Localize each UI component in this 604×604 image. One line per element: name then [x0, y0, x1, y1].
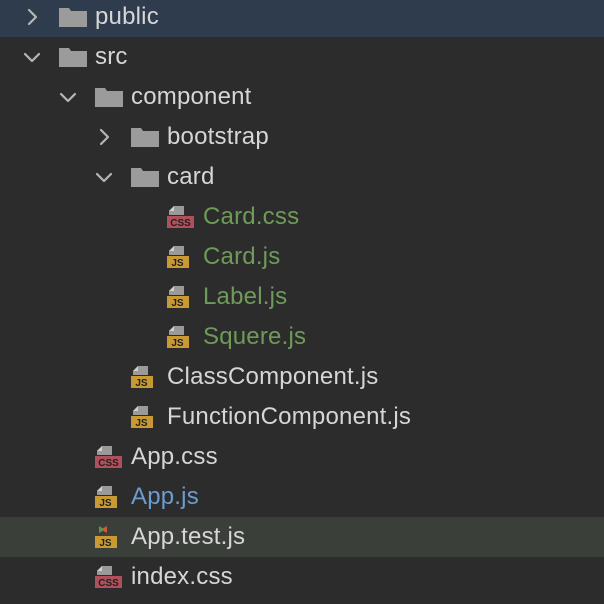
tree-row-src[interactable]: src — [0, 37, 604, 77]
js-file-icon: JS — [166, 285, 196, 309]
chevron-down-icon[interactable] — [20, 45, 44, 69]
chevron-right-icon[interactable] — [92, 125, 116, 149]
tree-item-label: index.css — [131, 563, 233, 590]
tree-item-label: Squere.js — [203, 323, 307, 350]
tree-row-label-js[interactable]: JS Label.js — [0, 277, 604, 317]
tree-item-label: Card.js — [203, 243, 281, 270]
tree-item-label: Card.css — [203, 203, 300, 230]
svg-text:CSS: CSS — [98, 578, 119, 589]
tree-row-app-test-js[interactable]: JS App.test.js — [0, 517, 604, 557]
folder-icon — [58, 45, 88, 69]
tree-row-functioncomponent-js[interactable]: JS FunctionComponent.js — [0, 397, 604, 437]
tree-row-component[interactable]: component — [0, 77, 604, 117]
tree-item-label: bootstrap — [167, 123, 269, 150]
css-file-icon: CSS — [94, 445, 124, 469]
tree-item-label: Label.js — [203, 283, 288, 310]
tree-row-classcomponent-js[interactable]: JS ClassComponent.js — [0, 357, 604, 397]
svg-text:JS: JS — [99, 538, 112, 549]
css-file-icon: CSS — [166, 205, 196, 229]
folder-icon — [94, 85, 124, 109]
tree-item-label: FunctionComponent.js — [167, 403, 412, 430]
svg-text:CSS: CSS — [98, 458, 119, 469]
chevron-down-icon[interactable] — [56, 85, 80, 109]
svg-text:JS: JS — [99, 498, 112, 509]
tree-item-label: src — [95, 43, 128, 70]
svg-text:JS: JS — [171, 298, 184, 309]
svg-text:JS: JS — [135, 418, 148, 429]
folder-icon — [130, 125, 160, 149]
js-file-icon: JS — [166, 325, 196, 349]
project-file-tree: public src component bootstrap card CSS Card.c… — [0, 0, 604, 604]
js-file-icon: JS — [130, 365, 160, 389]
tree-item-label: card — [167, 163, 215, 190]
tree-row-bootstrap[interactable]: bootstrap — [0, 117, 604, 157]
tree-item-label: App.css — [131, 443, 218, 470]
folder-icon — [58, 5, 88, 29]
tree-item-label: App.test.js — [131, 523, 246, 550]
folder-icon — [130, 165, 160, 189]
svg-text:JS: JS — [171, 258, 184, 269]
tree-item-label: App.js — [131, 483, 199, 510]
js-test-file-icon: JS — [94, 525, 124, 549]
tree-item-label: ClassComponent.js — [167, 363, 379, 390]
tree-row-public[interactable]: public — [0, 0, 604, 37]
chevron-right-icon[interactable] — [20, 5, 44, 29]
tree-row-app-js[interactable]: JS App.js — [0, 477, 604, 517]
js-file-icon: JS — [130, 405, 160, 429]
svg-text:JS: JS — [135, 378, 148, 389]
tree-row-squere-js[interactable]: JS Squere.js — [0, 317, 604, 357]
css-file-icon: CSS — [94, 565, 124, 589]
tree-item-label: public — [95, 3, 159, 30]
svg-text:JS: JS — [171, 338, 184, 349]
tree-row-card-css[interactable]: CSS Card.css — [0, 197, 604, 237]
tree-item-label: component — [131, 83, 252, 110]
tree-row-card-js[interactable]: JS Card.js — [0, 237, 604, 277]
svg-text:CSS: CSS — [170, 218, 191, 229]
js-file-icon: JS — [94, 485, 124, 509]
tree-row-app-css[interactable]: CSS App.css — [0, 437, 604, 477]
chevron-down-icon[interactable] — [92, 165, 116, 189]
js-file-icon: JS — [166, 245, 196, 269]
tree-row-index-css[interactable]: CSS index.css — [0, 557, 604, 597]
tree-row-card[interactable]: card — [0, 157, 604, 197]
